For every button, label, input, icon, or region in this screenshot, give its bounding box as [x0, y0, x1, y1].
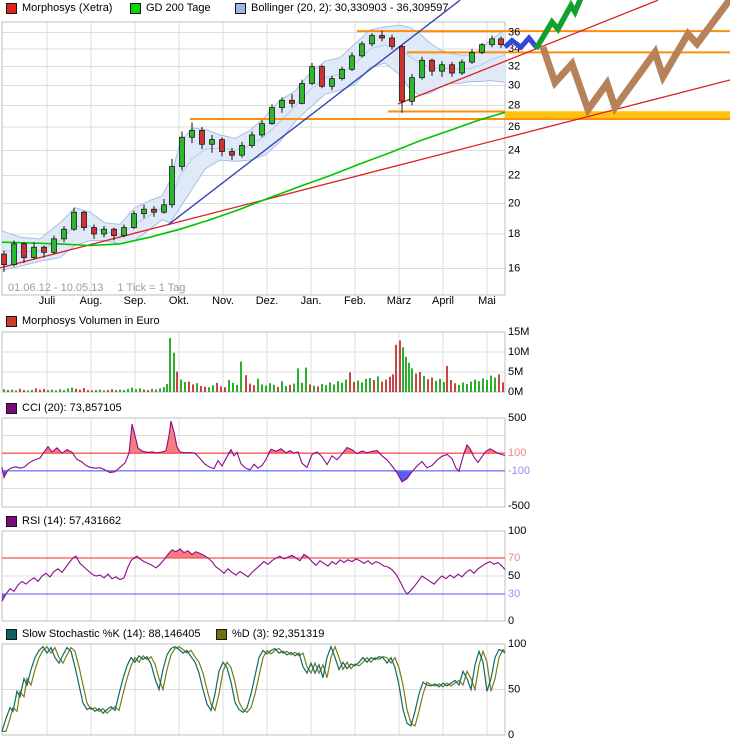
y-axis-label: 22	[508, 170, 520, 182]
y-axis-label: 50	[508, 570, 520, 582]
y-axis-label: 0	[508, 615, 514, 627]
legend-stoch-d-label: %D (3): 92,351319	[232, 628, 324, 640]
legend-stoch-k: Slow Stochastic %K (14): 88,146405	[6, 628, 201, 640]
y-axis-label: 100	[508, 525, 526, 537]
y-axis-label: -100	[508, 465, 530, 477]
month-label: Okt.	[169, 295, 189, 307]
legend-cci-label: CCI (20): 73,857105	[22, 402, 122, 414]
volume-swatch-icon	[6, 316, 17, 327]
cci-swatch-icon	[6, 403, 17, 414]
month-label: Feb.	[344, 295, 366, 307]
cci-fills	[2, 421, 505, 482]
y-axis-label: 10M	[508, 346, 529, 358]
legend-cci: CCI (20): 73,857105	[6, 402, 122, 414]
y-axis-label: 30	[508, 79, 520, 91]
legend-stoch-d: %D (3): 92,351319	[216, 628, 324, 640]
cci-y-axis: 500 100 -100 -500	[508, 412, 530, 512]
rsi-panel	[2, 531, 505, 621]
y-axis-label: 30	[508, 588, 520, 600]
stoch-d-swatch-icon	[216, 629, 227, 640]
y-axis-label: 26	[508, 121, 520, 133]
legend-stoch-k-label: Slow Stochastic %K (14): 88,146405	[22, 628, 201, 640]
green-zigzag	[536, 0, 584, 49]
month-label: Sep.	[124, 295, 147, 307]
legend-main-symbol-label: Morphosys (Xetra)	[22, 2, 112, 14]
support-zone	[505, 111, 730, 118]
legend-rsi-label: RSI (14): 57,431662	[22, 515, 121, 527]
y-axis-label: 28	[508, 99, 520, 111]
month-label: April	[432, 295, 454, 307]
stoch-y-axis: 100 50 0	[508, 638, 526, 741]
month-label: Dez.	[256, 295, 279, 307]
month-label: Aug.	[80, 295, 103, 307]
legend-gd200-label: GD 200 Tage	[146, 2, 211, 14]
symbol-swatch-icon	[6, 3, 17, 14]
y-axis-label: 0	[508, 729, 514, 741]
month-label: Mai	[478, 295, 496, 307]
month-axis: Juli Aug. Sep. Okt. Nov. Dez. Jan. Feb. März Apri…	[39, 295, 496, 307]
brown-zigzag	[543, 0, 730, 110]
y-axis-label: 24	[508, 144, 520, 156]
y-axis-label: 100	[508, 638, 526, 650]
month-label: Nov.	[212, 295, 234, 307]
date-range-text: 01.06.12 - 10.05.13	[8, 282, 103, 294]
legend-volume-label: Morphosys Volumen in Euro	[22, 315, 160, 327]
legend-volume: Morphosys Volumen in Euro	[6, 315, 160, 327]
y-axis-label: 18	[508, 228, 520, 240]
y-axis-label: 15M	[508, 326, 529, 338]
rsi-y-axis: 100 70 50 30 0	[508, 525, 526, 627]
y-axis-label: 16	[508, 262, 520, 274]
y-axis-label: 70	[508, 552, 520, 564]
y-axis-label: 32	[508, 61, 520, 73]
legend-bollinger-label: Bollinger (20, 2): 30,330903 - 36,309597	[251, 2, 449, 14]
y-axis-label: 20	[508, 197, 520, 209]
lower-red-trendline	[0, 80, 730, 268]
navy-trendline	[168, 0, 460, 225]
y-axis-label: 5M	[508, 366, 523, 378]
rsi-fills	[2, 549, 505, 601]
cci-series	[2, 421, 505, 482]
y-axis-label: 100	[508, 447, 526, 459]
legend-rsi: RSI (14): 57,431662	[6, 515, 121, 527]
month-label: Jan.	[301, 295, 322, 307]
month-label: März	[387, 295, 411, 307]
tick-resolution-text: 1 Tick = 1 Tag	[117, 282, 185, 294]
rsi-swatch-icon	[6, 516, 17, 527]
cci-panel	[2, 418, 505, 507]
y-axis-label: -500	[508, 500, 530, 512]
cci-line	[2, 421, 505, 482]
bollinger-swatch-icon	[235, 3, 246, 14]
stoch-k-swatch-icon	[6, 629, 17, 640]
gd200-swatch-icon	[130, 3, 141, 14]
legend-gd200: GD 200 Tage	[130, 2, 211, 14]
volume-y-axis: 15M 10M 5M 0M	[508, 326, 529, 398]
stoch-panel	[2, 644, 505, 735]
main-y-axis: 3634323028262422201816	[508, 26, 520, 274]
y-axis-label: 500	[508, 412, 526, 424]
y-axis-label: 0M	[508, 386, 523, 398]
volume-panel	[2, 332, 505, 392]
legend-main-symbol: Morphosys (Xetra)	[6, 2, 112, 14]
legend-bollinger: Bollinger (20, 2): 30,330903 - 36,309597	[235, 2, 449, 14]
volume-bars	[3, 338, 504, 392]
date-range: 01.06.12 - 10.05.13 1 Tick = 1 Tag	[8, 282, 199, 294]
y-axis-label: 50	[508, 684, 520, 696]
morphosys-chart-window: 3634323028262422201816JuliAug.Sep.Okt.No…	[0, 0, 730, 743]
month-label: Juli	[39, 295, 56, 307]
y-axis-label: 36	[508, 26, 520, 38]
